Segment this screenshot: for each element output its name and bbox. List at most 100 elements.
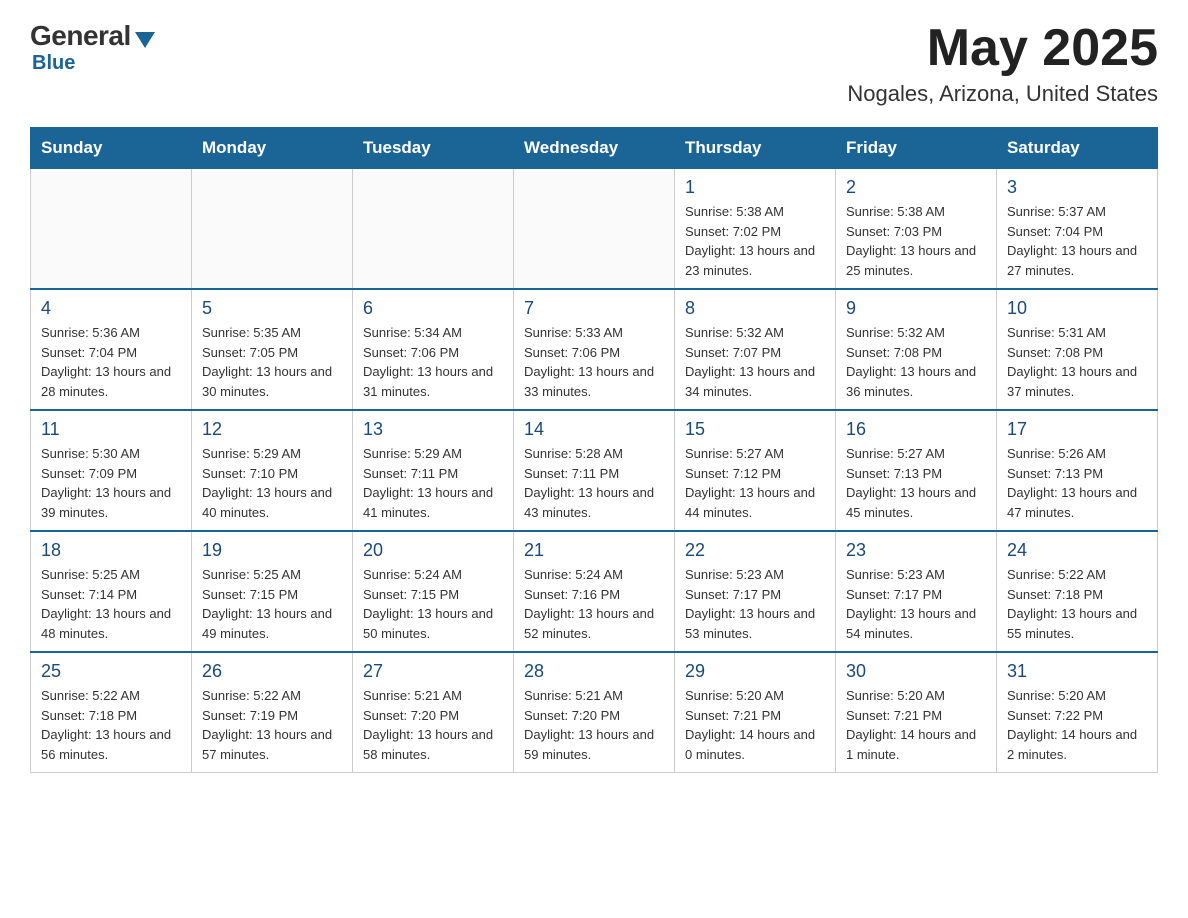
calendar-cell: 10 Sunrise: 5:31 AMSunset: 7:08 PMDayligh… [997,289,1158,410]
calendar-header-row: SundayMondayTuesdayWednesdayThursdayFrid… [31,128,1158,169]
calendar-cell: 26 Sunrise: 5:22 AMSunset: 7:19 PMDayligh… [192,652,353,773]
day-info: Sunrise: 5:22 AMSunset: 7:19 PMDaylight:… [202,686,342,764]
day-header-sunday: Sunday [31,128,192,169]
calendar-cell: 8 Sunrise: 5:32 AMSunset: 7:07 PMDaylight… [675,289,836,410]
day-number: 13 [363,419,503,440]
day-number: 26 [202,661,342,682]
day-info: Sunrise: 5:20 AMSunset: 7:21 PMDaylight:… [685,686,825,764]
calendar-cell: 12 Sunrise: 5:29 AMSunset: 7:10 PMDayligh… [192,410,353,531]
logo-general-text: General [30,20,131,52]
calendar-cell: 13 Sunrise: 5:29 AMSunset: 7:11 PMDayligh… [353,410,514,531]
day-number: 15 [685,419,825,440]
day-info: Sunrise: 5:24 AMSunset: 7:15 PMDaylight:… [363,565,503,643]
calendar-cell [353,169,514,290]
day-header-wednesday: Wednesday [514,128,675,169]
day-number: 6 [363,298,503,319]
calendar-cell: 25 Sunrise: 5:22 AMSunset: 7:18 PMDayligh… [31,652,192,773]
calendar-cell: 7 Sunrise: 5:33 AMSunset: 7:06 PMDaylight… [514,289,675,410]
day-number: 5 [202,298,342,319]
calendar-title: May 2025 [847,20,1158,77]
calendar-cell: 30Sunrise: 5:20 AMSunset: 7:21 PMDayligh… [836,652,997,773]
day-info: Sunrise: 5:20 AMSunset: 7:22 PMDaylight:… [1007,686,1147,764]
calendar-cell: 14 Sunrise: 5:28 AMSunset: 7:11 PMDayligh… [514,410,675,531]
calendar-cell: 4 Sunrise: 5:36 AMSunset: 7:04 PMDaylight… [31,289,192,410]
day-info: Sunrise: 5:26 AMSunset: 7:13 PMDaylight:… [1007,444,1147,522]
logo-blue-bottom: Blue [32,52,75,75]
day-info: Sunrise: 5:20 AMSunset: 7:21 PMDaylight:… [846,686,986,764]
day-info: Sunrise: 5:23 AMSunset: 7:17 PMDaylight:… [846,565,986,643]
day-number: 19 [202,540,342,561]
day-header-saturday: Saturday [997,128,1158,169]
day-info: Sunrise: 5:27 AMSunset: 7:13 PMDaylight:… [846,444,986,522]
calendar-cell: 27Sunrise: 5:21 AMSunset: 7:20 PMDayligh… [353,652,514,773]
day-number: 28 [524,661,664,682]
calendar-cell: 1Sunrise: 5:38 AMSunset: 7:02 PMDaylight… [675,169,836,290]
day-header-thursday: Thursday [675,128,836,169]
day-info: Sunrise: 5:22 AMSunset: 7:18 PMDaylight:… [1007,565,1147,643]
title-section: May 2025 Nogales, Arizona, United States [847,20,1158,107]
day-info: Sunrise: 5:38 AMSunset: 7:03 PMDaylight:… [846,202,986,280]
day-header-monday: Monday [192,128,353,169]
day-number: 12 [202,419,342,440]
day-number: 7 [524,298,664,319]
day-number: 22 [685,540,825,561]
calendar-cell [192,169,353,290]
calendar-week-row: 25 Sunrise: 5:22 AMSunset: 7:18 PMDayligh… [31,652,1158,773]
calendar-cell: 3Sunrise: 5:37 AMSunset: 7:04 PMDaylight… [997,169,1158,290]
day-number: 8 [685,298,825,319]
day-number: 1 [685,177,825,198]
day-info: Sunrise: 5:29 AMSunset: 7:10 PMDaylight:… [202,444,342,522]
day-info: Sunrise: 5:36 AMSunset: 7:04 PMDaylight:… [41,323,181,401]
logo-arrow-icon [135,32,155,48]
day-header-tuesday: Tuesday [353,128,514,169]
calendar-cell: 11Sunrise: 5:30 AMSunset: 7:09 PMDayligh… [31,410,192,531]
day-header-friday: Friday [836,128,997,169]
day-number: 21 [524,540,664,561]
day-info: Sunrise: 5:22 AMSunset: 7:18 PMDaylight:… [41,686,181,764]
day-number: 24 [1007,540,1147,561]
calendar-cell: 16 Sunrise: 5:27 AMSunset: 7:13 PMDayligh… [836,410,997,531]
calendar-week-row: 4 Sunrise: 5:36 AMSunset: 7:04 PMDaylight… [31,289,1158,410]
calendar-cell: 28 Sunrise: 5:21 AMSunset: 7:20 PMDayligh… [514,652,675,773]
logo: General Blue [30,20,159,75]
day-number: 16 [846,419,986,440]
calendar-cell: 22Sunrise: 5:23 AMSunset: 7:17 PMDayligh… [675,531,836,652]
day-number: 14 [524,419,664,440]
calendar-cell: 21 Sunrise: 5:24 AMSunset: 7:16 PMDayligh… [514,531,675,652]
day-info: Sunrise: 5:24 AMSunset: 7:16 PMDaylight:… [524,565,664,643]
day-info: Sunrise: 5:32 AMSunset: 7:07 PMDaylight:… [685,323,825,401]
calendar-cell [31,169,192,290]
calendar-cell: 29 Sunrise: 5:20 AMSunset: 7:21 PMDayligh… [675,652,836,773]
day-number: 4 [41,298,181,319]
calendar-cell: 31 Sunrise: 5:20 AMSunset: 7:22 PMDayligh… [997,652,1158,773]
day-info: Sunrise: 5:29 AMSunset: 7:11 PMDaylight:… [363,444,503,522]
day-number: 20 [363,540,503,561]
day-info: Sunrise: 5:21 AMSunset: 7:20 PMDaylight:… [524,686,664,764]
day-number: 31 [1007,661,1147,682]
day-number: 18 [41,540,181,561]
day-info: Sunrise: 5:33 AMSunset: 7:06 PMDaylight:… [524,323,664,401]
day-info: Sunrise: 5:37 AMSunset: 7:04 PMDaylight:… [1007,202,1147,280]
day-info: Sunrise: 5:31 AMSunset: 7:08 PMDaylight:… [1007,323,1147,401]
day-number: 23 [846,540,986,561]
day-number: 2 [846,177,986,198]
day-info: Sunrise: 5:30 AMSunset: 7:09 PMDaylight:… [41,444,181,522]
day-number: 29 [685,661,825,682]
calendar-cell: 23 Sunrise: 5:23 AMSunset: 7:17 PMDayligh… [836,531,997,652]
day-info: Sunrise: 5:28 AMSunset: 7:11 PMDaylight:… [524,444,664,522]
calendar-cell: 24 Sunrise: 5:22 AMSunset: 7:18 PMDayligh… [997,531,1158,652]
calendar-cell: 15 Sunrise: 5:27 AMSunset: 7:12 PMDayligh… [675,410,836,531]
day-info: Sunrise: 5:34 AMSunset: 7:06 PMDaylight:… [363,323,503,401]
page-header: General Blue May 2025 Nogales, Arizona, … [30,20,1158,107]
day-info: Sunrise: 5:25 AMSunset: 7:14 PMDaylight:… [41,565,181,643]
day-number: 10 [1007,298,1147,319]
calendar-cell: 2 Sunrise: 5:38 AMSunset: 7:03 PMDaylight… [836,169,997,290]
calendar-cell: 20 Sunrise: 5:24 AMSunset: 7:15 PMDayligh… [353,531,514,652]
calendar-cell: 5Sunrise: 5:35 AMSunset: 7:05 PMDaylight… [192,289,353,410]
calendar-cell [514,169,675,290]
calendar-cell: 18 Sunrise: 5:25 AMSunset: 7:14 PMDayligh… [31,531,192,652]
calendar-cell: 9Sunrise: 5:32 AMSunset: 7:08 PMDaylight… [836,289,997,410]
day-number: 25 [41,661,181,682]
calendar-cell: 17Sunrise: 5:26 AMSunset: 7:13 PMDayligh… [997,410,1158,531]
day-info: Sunrise: 5:27 AMSunset: 7:12 PMDaylight:… [685,444,825,522]
